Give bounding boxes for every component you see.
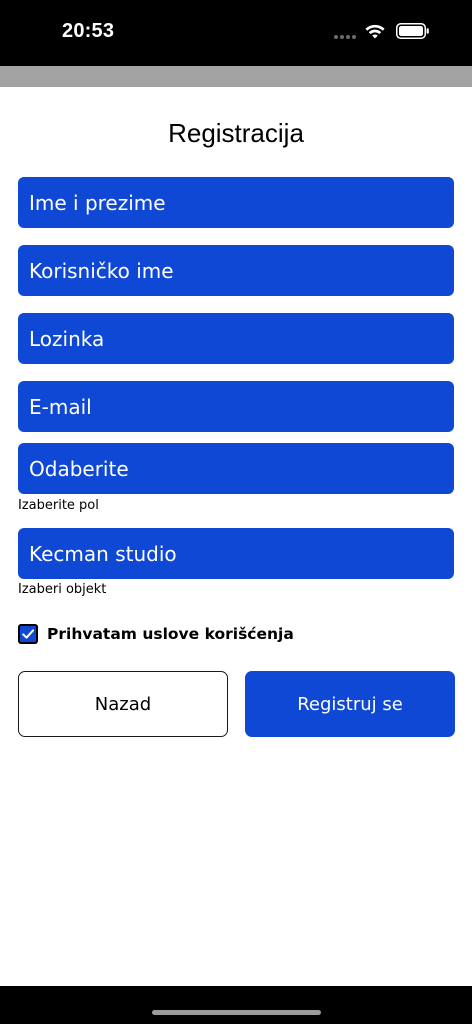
full-name-placeholder: Ime i prezime	[29, 190, 166, 215]
checkmark-icon	[22, 629, 34, 639]
terms-label[interactable]: Prihvatam uslove korišćenja	[47, 625, 294, 643]
gender-select-value: Odaberite	[29, 456, 129, 481]
navigation-bar	[0, 66, 472, 87]
username-placeholder: Korisničko ime	[29, 258, 174, 283]
back-button[interactable]: Nazad	[18, 671, 228, 737]
page-title: Registracija	[168, 118, 304, 148]
gender-helper-text: Izaberite pol	[18, 498, 99, 513]
terms-checkbox[interactable]	[18, 624, 38, 644]
email-placeholder: E-mail	[29, 394, 92, 419]
home-indicator[interactable]	[152, 1010, 321, 1015]
password-field[interactable]: Lozinka	[18, 313, 454, 364]
status-time: 20:53	[62, 20, 115, 42]
email-field[interactable]: E-mail	[18, 381, 454, 432]
object-select-value: Kecman studio	[29, 541, 177, 566]
status-bar: 20:53	[0, 0, 472, 66]
password-placeholder: Lozinka	[29, 326, 105, 351]
username-field[interactable]: Korisničko ime	[18, 245, 454, 296]
battery-icon	[396, 23, 429, 39]
back-button-label: Nazad	[94, 693, 152, 715]
register-button[interactable]: Registruj se	[245, 671, 455, 737]
home-indicator-area	[0, 986, 472, 1024]
wifi-icon	[365, 24, 385, 39]
object-select[interactable]: Kecman studio	[18, 528, 454, 579]
register-button-label: Registruj se	[297, 693, 403, 715]
status-icons	[334, 22, 432, 42]
gender-select[interactable]: Odaberite	[18, 443, 454, 494]
object-helper-text: Izaberi objekt	[18, 582, 107, 597]
full-name-field[interactable]: Ime i prezime	[18, 177, 454, 228]
